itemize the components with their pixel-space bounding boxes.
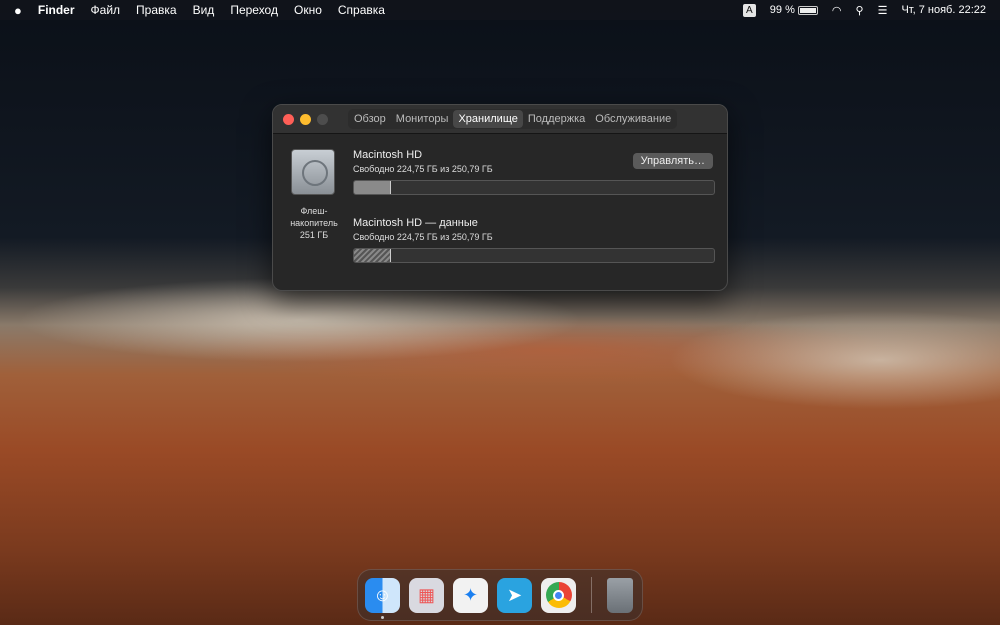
tab-overview[interactable]: Обзор [349,110,391,128]
menu-view[interactable]: Вид [193,3,215,17]
menu-file[interactable]: Файл [91,3,121,17]
dock-finder-icon[interactable]: ☺ [365,577,400,619]
apple-menu-icon[interactable]: ● [14,3,22,18]
battery-percent: 99 % [769,4,795,16]
flash-drive-icon [291,149,335,195]
menu-edit[interactable]: Правка [136,3,177,17]
control-center-icon[interactable]: ☰ [878,4,888,17]
minimize-button[interactable] [300,113,311,125]
volume-macintosh-hd: Macintosh HD Свободно 224,75 ГБ из 250,7… [353,149,715,195]
tab-support[interactable]: Поддержка [523,110,590,128]
volume-free-space: Свободно 224,75 ГБ из 250,79 ГБ [353,232,493,242]
about-this-mac-window: Обзор Мониторы Хранилище Поддержка Обслу… [272,104,728,291]
storage-used-fill [354,249,392,262]
storage-used-fill [354,181,392,194]
title-bar: Обзор Мониторы Хранилище Поддержка Обслу… [273,105,727,134]
menu-app-finder[interactable]: Finder [38,3,75,17]
dock: ☺ ▦ ✦ ➤ [357,569,643,621]
dock-separator [591,577,592,613]
zoom-button-disabled [317,113,328,125]
tab-service[interactable]: Обслуживание [590,110,676,128]
wifi-icon[interactable]: ◠ [832,4,842,17]
menu-help[interactable]: Справка [338,3,385,17]
tab-bar: Обзор Мониторы Хранилище Поддержка Обслу… [348,109,678,129]
disk-label-line: Флеш- [300,206,328,216]
running-indicator [381,615,384,619]
menu-bar: ● Finder Файл Правка Вид Переход Окно Сп… [0,0,1000,20]
disk-label-line: накопитель [290,218,338,228]
storage-bar [353,248,715,263]
input-source-icon[interactable]: A [742,3,756,17]
battery-icon [797,5,818,15]
volume-free-space: Свободно 224,75 ГБ из 250,79 ГБ [353,164,493,174]
clock[interactable]: Чт, 7 нояб. 22:22 [901,4,986,16]
tab-displays[interactable]: Мониторы [391,110,454,128]
menu-window[interactable]: Окно [294,3,322,17]
dock-telegram-icon[interactable]: ➤ [497,577,532,613]
disk-capacity: 251 ГБ [299,230,329,240]
disk-label: Флеш- накопитель 251 ГБ [279,205,349,241]
dock-trash-icon[interactable] [607,577,633,613]
volume-name: Macintosh HD [353,149,423,161]
close-button[interactable] [283,113,294,125]
volume-name: Macintosh HD — данные [353,217,478,229]
spotlight-search-icon[interactable]: ⚲ [856,4,864,17]
battery-status[interactable]: 99 % [770,4,818,16]
volume-macintosh-hd-data: Macintosh HD — данные Свободно 224,75 ГБ… [353,217,715,263]
menu-go[interactable]: Переход [230,3,278,17]
dock-launchpad-icon[interactable]: ▦ [409,577,444,613]
dock-safari-icon[interactable]: ✦ [453,577,488,613]
dock-chrome-icon[interactable] [541,577,576,613]
tab-storage[interactable]: Хранилище [453,110,523,128]
storage-bar [353,180,715,195]
